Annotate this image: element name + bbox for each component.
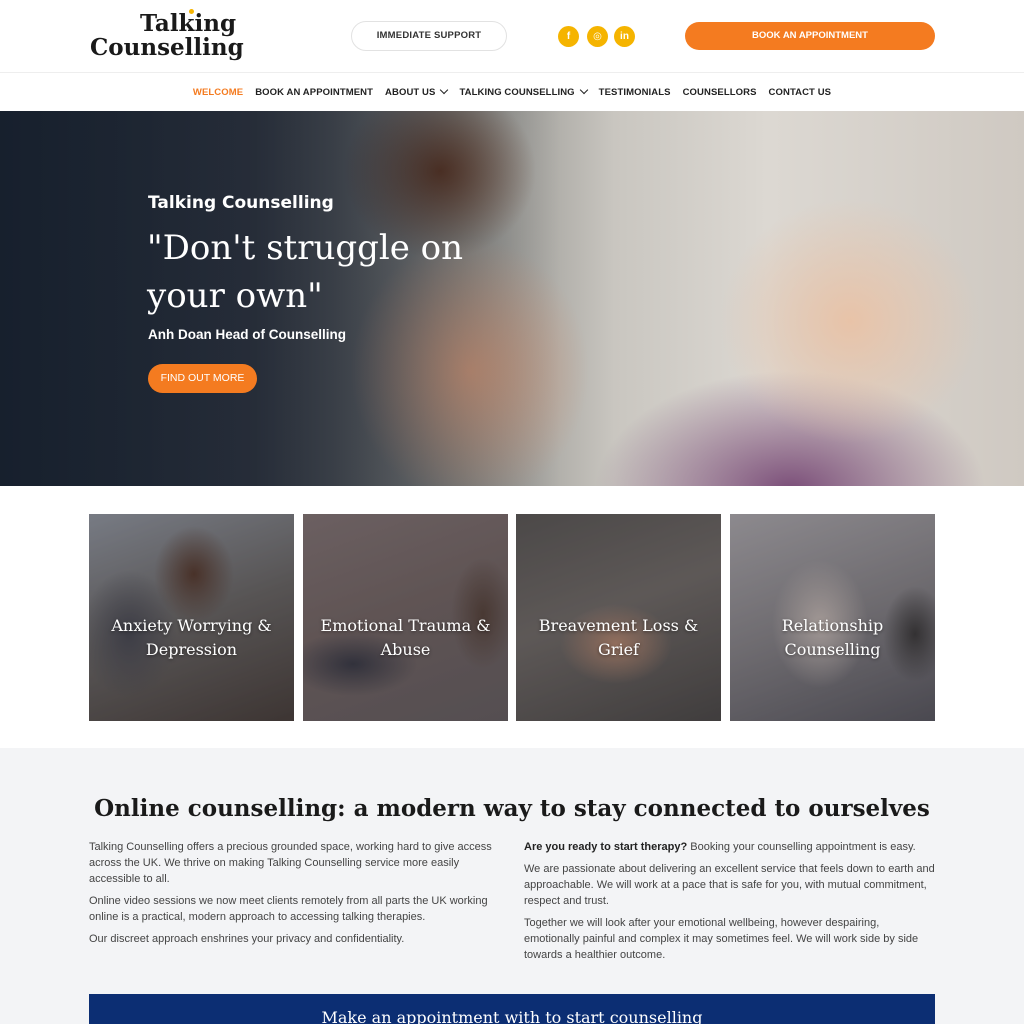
- nav-talking-counselling[interactable]: TALKING COUNSELLING: [459, 85, 588, 98]
- chevron-down-icon: [440, 85, 449, 95]
- lead-bold: Are you ready to start therapy?: [524, 841, 688, 853]
- service-card-bereavement[interactable]: Breavement Loss & Grief: [516, 514, 721, 721]
- paragraph: We are passionate about delivering an ex…: [524, 863, 935, 907]
- service-card-title: Relationship Counselling: [781, 616, 884, 659]
- chevron-down-icon: [579, 85, 588, 95]
- nav-contact-us[interactable]: CONTACT US: [769, 87, 832, 98]
- nav-book-appointment[interactable]: BOOK AN APPOINTMENT: [255, 87, 373, 98]
- intro-column-right: Are you ready to start therapy? Booking …: [524, 839, 936, 969]
- nav-about-us[interactable]: ABOUT US: [385, 85, 449, 98]
- service-card-title: Breavement Loss & Grief: [538, 616, 699, 659]
- main-nav: WELCOME BOOK AN APPOINTMENT ABOUT US TAL…: [0, 74, 1024, 110]
- service-card-trauma[interactable]: Emotional Trauma & Abuse: [303, 514, 508, 721]
- hero-banner: Talking Counselling "Don't struggle on y…: [0, 111, 1024, 486]
- intro-column-left: Talking Counselling offers a precious gr…: [89, 839, 501, 953]
- logo-line-1: Talking: [140, 10, 237, 37]
- hero-eyebrow: Talking Counselling: [148, 193, 334, 213]
- nav-testimonials[interactable]: TESTIMONIALS: [599, 87, 671, 98]
- nav-label: TALKING COUNSELLING: [459, 86, 575, 98]
- find-out-more-button[interactable]: FIND OUT MORE: [148, 364, 257, 393]
- service-cards: Anxiety Worrying & Depression Emotional …: [89, 514, 935, 721]
- nav-welcome[interactable]: WELCOME: [193, 87, 243, 98]
- service-card-anxiety[interactable]: Anxiety Worrying & Depression: [89, 514, 294, 721]
- nav-label: COUNSELLORS: [682, 86, 757, 98]
- section-heading: Online counselling: a modern way to stay…: [94, 795, 930, 822]
- make-appointment-banner[interactable]: Make an appointment with to start counse…: [89, 994, 935, 1024]
- site-header: Talking Counselling IMMEDIATE SUPPORT f …: [0, 0, 1024, 73]
- instagram-icon[interactable]: ◎: [587, 26, 608, 47]
- nav-label: ABOUT US: [385, 86, 436, 98]
- nav-label: TESTIMONIALS: [598, 86, 671, 98]
- paragraph-lead: Are you ready to start therapy? Booking …: [524, 839, 936, 855]
- nav-label: BOOK AN APPOINTMENT: [255, 86, 374, 98]
- logo-dot: [189, 9, 194, 14]
- site-logo[interactable]: Talking Counselling: [90, 9, 244, 62]
- book-appointment-button[interactable]: BOOK AN APPOINTMENT: [685, 22, 935, 50]
- lead-rest: Booking your counselling appointment is …: [687, 841, 916, 853]
- service-card-relationship[interactable]: Relationship Counselling: [730, 514, 935, 721]
- online-counselling-section: Online counselling: a modern way to stay…: [0, 748, 1024, 1024]
- facebook-icon[interactable]: f: [558, 26, 579, 47]
- paragraph: Online video sessions we now meet client…: [89, 895, 488, 923]
- nav-label: WELCOME: [192, 86, 244, 98]
- service-card-title: Anxiety Worrying & Depression: [111, 616, 272, 659]
- nav-label: CONTACT US: [768, 86, 832, 98]
- service-card-title: Emotional Trauma & Abuse: [320, 616, 491, 659]
- immediate-support-button[interactable]: IMMEDIATE SUPPORT: [351, 21, 507, 51]
- logo-line-2: Counselling: [90, 34, 244, 61]
- linkedin-icon[interactable]: in: [614, 26, 635, 47]
- nav-counsellors[interactable]: COUNSELLORS: [683, 87, 757, 98]
- paragraph: Talking Counselling offers a precious gr…: [89, 841, 492, 885]
- hero-quote: "Don't struggle on your own": [147, 228, 464, 316]
- paragraph: Our discreet approach enshrines your pri…: [89, 933, 405, 945]
- hero-author: Anh Doan Head of Counselling: [148, 327, 346, 342]
- paragraph: Together we will look after your emotion…: [524, 917, 919, 961]
